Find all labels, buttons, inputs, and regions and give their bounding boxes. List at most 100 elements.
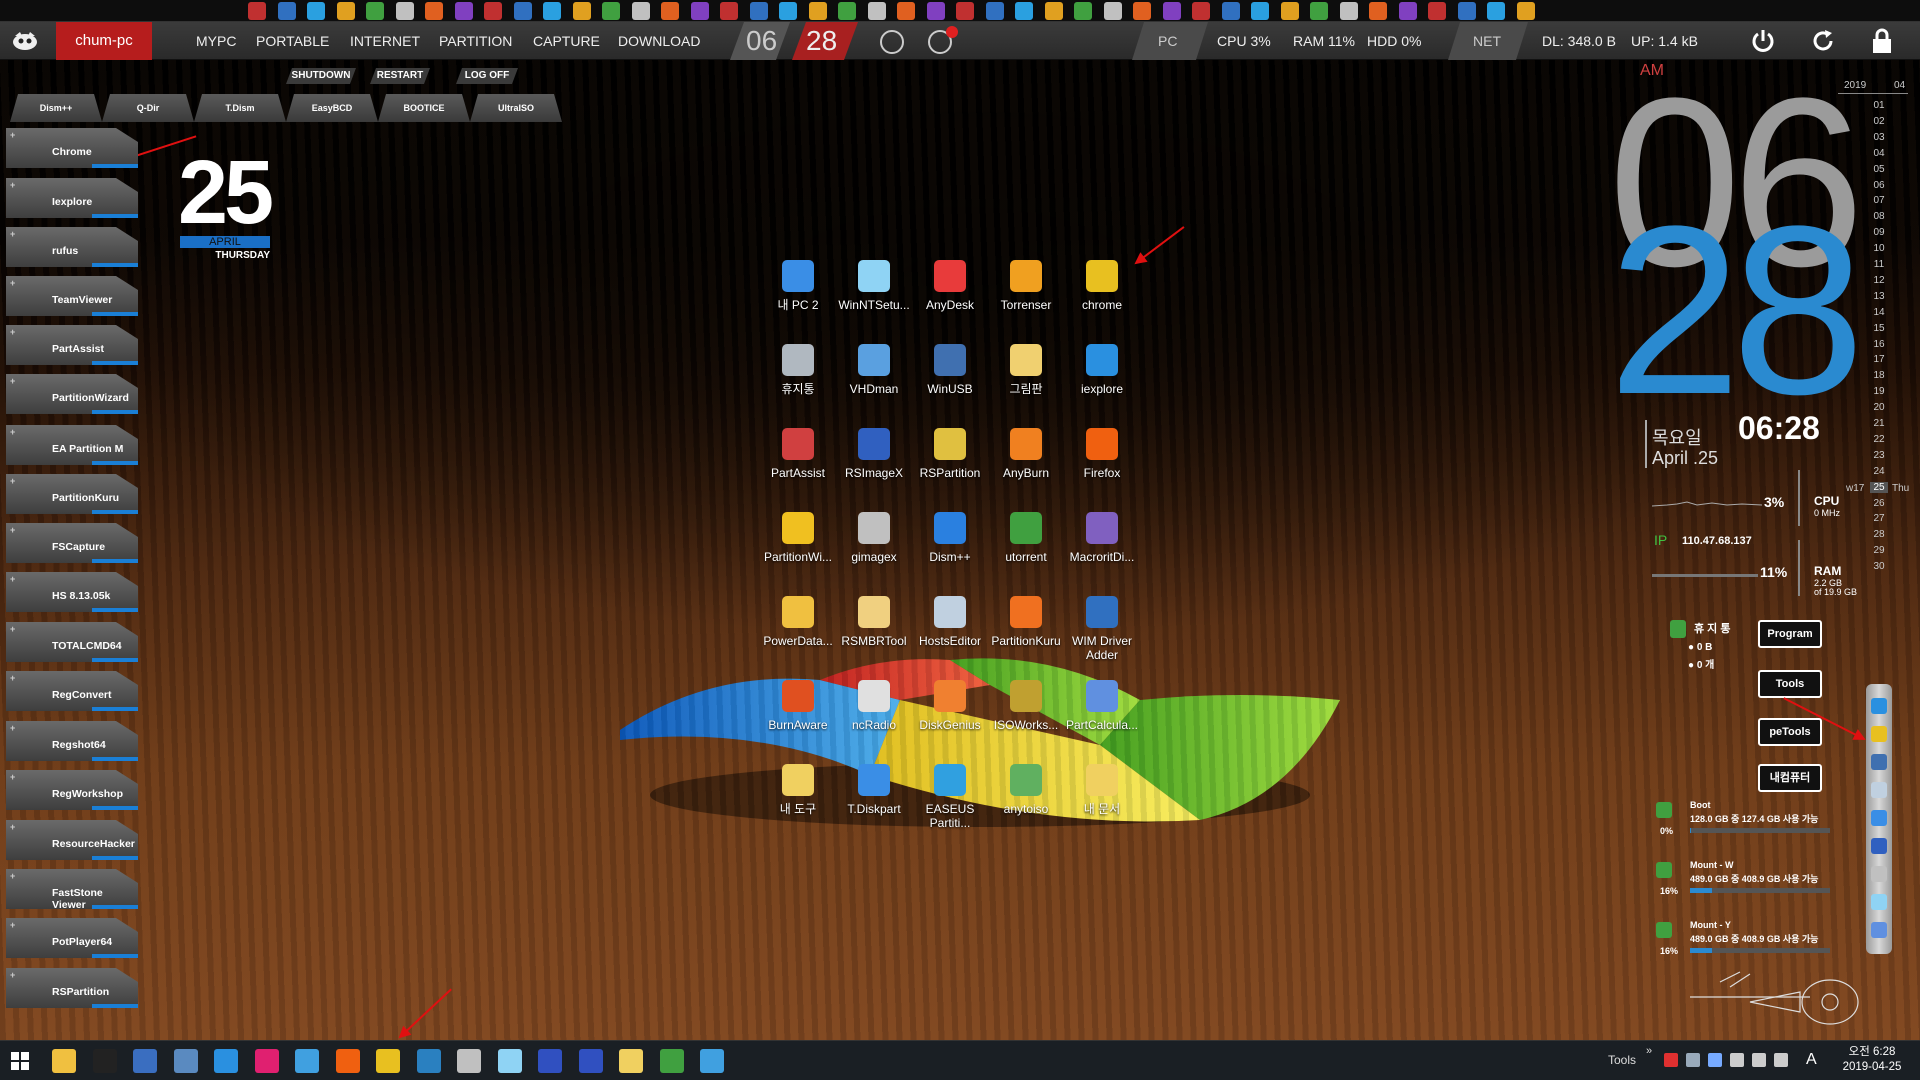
desktop-icon[interactable]: 휴지통	[760, 340, 836, 424]
desktop-icon[interactable]: PartAssist	[760, 424, 836, 508]
toolbar-app-icon[interactable]	[1015, 2, 1033, 20]
dock-app-icon[interactable]	[1871, 838, 1887, 854]
desktop-icon[interactable]: AnyDesk	[912, 256, 988, 340]
desktop-icon[interactable]: iexplore	[1064, 340, 1140, 424]
desktop-icon[interactable]: PartitionKuru	[988, 592, 1064, 676]
toolbar-app-icon[interactable]	[1339, 2, 1358, 20]
menu-download[interactable]: DOWNLOAD	[618, 22, 700, 60]
toolbar-app-icon[interactable]	[720, 2, 738, 20]
menu-partition[interactable]: PARTITION	[439, 22, 512, 60]
usb-tray-icon[interactable]	[1730, 1053, 1744, 1067]
menu-internet[interactable]: INTERNET	[350, 22, 420, 60]
toolbar-app-icon[interactable]	[425, 2, 443, 20]
launcher-item-11[interactable]: + RegConvert	[6, 671, 138, 711]
desktop-icon[interactable]: Dism++	[912, 508, 988, 592]
desktop-icon[interactable]: 내 PC 2	[760, 256, 836, 340]
toolbar-app-icon[interactable]	[867, 2, 886, 20]
launcher-item-16[interactable]: + PotPlayer64	[6, 918, 138, 958]
tools-toolbar-label[interactable]: Tools	[1608, 1053, 1636, 1067]
desktop-icon[interactable]: RSMBRTool	[836, 592, 912, 676]
toolbar-app-icon[interactable]	[838, 2, 856, 20]
chevron-icon[interactable]: »	[1646, 1045, 1652, 1057]
taskbar-app-icon[interactable]	[254, 1049, 279, 1073]
launcher-item-9[interactable]: + HS 8.13.05k	[6, 572, 138, 612]
launcher-item-0[interactable]: + Chrome	[6, 128, 138, 168]
toolbar-app-icon[interactable]	[543, 2, 561, 20]
dock-app-icon[interactable]	[1871, 810, 1887, 826]
taskbar-app-icon[interactable]	[335, 1049, 360, 1073]
toolbar-app-icon[interactable]	[1428, 2, 1446, 20]
taskbar-app-icon[interactable]	[619, 1049, 643, 1073]
desktop-icon[interactable]: AnyBurn	[988, 424, 1064, 508]
petools-button[interactable]: peTools	[1758, 718, 1822, 746]
hostname-button[interactable]: chum-pc	[56, 22, 152, 60]
dock-app-icon[interactable]	[1871, 866, 1887, 882]
desktop-icon[interactable]: HostsEditor	[912, 592, 988, 676]
toolbar-app-icon[interactable]	[1103, 2, 1122, 20]
desktop-icon[interactable]: T.Diskpart	[836, 760, 912, 844]
launcher-item-3[interactable]: + TeamViewer	[6, 276, 138, 316]
desktop-icon[interactable]: PartitionWi...	[760, 508, 836, 592]
toolbar-app-icon[interactable]	[1369, 2, 1387, 20]
drop-tray-icon[interactable]	[1686, 1053, 1700, 1067]
desktop-icon[interactable]: RSPartition	[912, 424, 988, 508]
desktop-icon[interactable]: Torrenser	[988, 256, 1064, 340]
toolbar-app-icon[interactable]	[395, 2, 414, 20]
desktop-icon[interactable]: MacroritDi...	[1064, 508, 1140, 592]
taskbar-app-icon[interactable]	[52, 1049, 76, 1073]
quick-button-1[interactable]: Q-Dir	[102, 94, 194, 122]
dock-app-icon[interactable]	[1871, 922, 1887, 938]
launcher-item-1[interactable]: + Iexplore	[6, 178, 138, 218]
launcher-item-17[interactable]: + RSPartition	[6, 968, 138, 1008]
desktop-icon[interactable]: 내 도구	[760, 760, 836, 844]
toolbar-app-icon[interactable]	[1516, 2, 1535, 20]
ime-indicator[interactable]: A	[1806, 1051, 1817, 1069]
volume-tray-icon[interactable]	[1774, 1053, 1788, 1067]
taskbar-app-icon[interactable]	[376, 1049, 400, 1073]
launcher-item-8[interactable]: + FSCapture	[6, 523, 138, 563]
toolbar-app-icon[interactable]	[513, 2, 532, 20]
quick-button-4[interactable]: BOOTICE	[378, 94, 470, 122]
toolbar-app-icon[interactable]	[779, 2, 797, 20]
desktop-icon[interactable]: 내 문서	[1064, 760, 1140, 844]
toolbar-app-icon[interactable]	[690, 2, 709, 20]
desktop-icon[interactable]: 그림판	[988, 340, 1064, 424]
desktop-icon[interactable]: RSImageX	[836, 424, 912, 508]
desktop-icon[interactable]: chrome	[1064, 256, 1140, 340]
desktop-icon[interactable]: WinNTSetu...	[836, 256, 912, 340]
toolbar-app-icon[interactable]	[808, 2, 827, 20]
toolbar-app-icon[interactable]	[1487, 2, 1505, 20]
launcher-item-13[interactable]: + RegWorkshop	[6, 770, 138, 810]
taskbar-app-icon[interactable]	[538, 1049, 562, 1073]
launcher-item-5[interactable]: + PartitionWizard	[6, 374, 138, 414]
quick-button-5[interactable]: UltraISO	[470, 94, 562, 122]
desktop-icon[interactable]: gimagex	[836, 508, 912, 592]
taskbar-app-icon[interactable]	[133, 1049, 157, 1073]
dock-app-icon[interactable]	[1871, 726, 1887, 742]
launcher-item-14[interactable]: + ResourceHacker	[6, 820, 138, 860]
toolbar-app-icon[interactable]	[1251, 2, 1269, 20]
desktop-icon[interactable]: utorrent	[988, 508, 1064, 592]
desktop-icon[interactable]: Firefox	[1064, 424, 1140, 508]
dock-app-icon[interactable]	[1871, 754, 1887, 770]
tools-button[interactable]: Tools	[1758, 670, 1822, 698]
quick-button-0[interactable]: Dism++	[10, 94, 102, 122]
toolbar-app-icon[interactable]	[336, 2, 355, 20]
toolbar-app-icon[interactable]	[1457, 2, 1476, 20]
desktop-icon[interactable]: PowerData...	[760, 592, 836, 676]
desktop-icon[interactable]: EASEUS Partiti...	[912, 760, 988, 844]
desktop-icon[interactable]: WIM Driver Adder	[1064, 592, 1140, 676]
taskbar-app-icon[interactable]	[497, 1049, 522, 1073]
taskbar-app-icon[interactable]	[416, 1049, 441, 1073]
quick-button-3[interactable]: EasyBCD	[286, 94, 378, 122]
taskbar-app-icon[interactable]	[214, 1049, 238, 1073]
desktop-icon[interactable]: ncRadio	[836, 676, 912, 760]
toolbar-app-icon[interactable]	[1192, 2, 1210, 20]
toolbar-app-icon[interactable]	[307, 2, 325, 20]
logoff-button[interactable]: LOG OFF	[456, 68, 518, 84]
toolbar-app-icon[interactable]	[1044, 2, 1063, 20]
toolbar-app-icon[interactable]	[602, 2, 620, 20]
toolbar-app-icon[interactable]	[1162, 2, 1181, 20]
launcher-item-6[interactable]: + EA Partition M	[6, 425, 138, 465]
desktop-icon[interactable]: WinUSB	[912, 340, 988, 424]
